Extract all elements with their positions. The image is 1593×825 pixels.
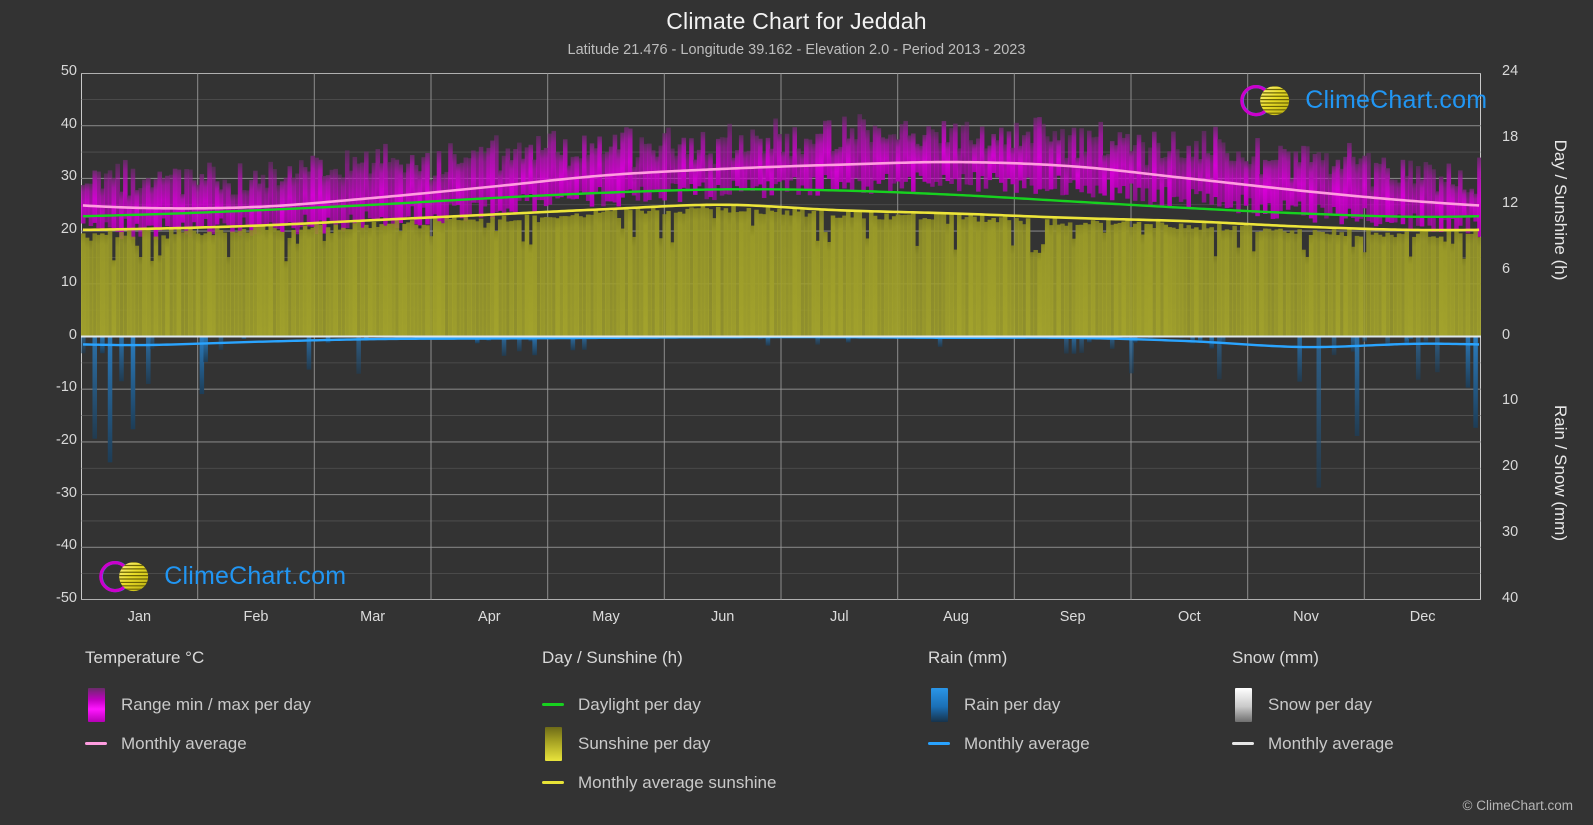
legend-item-label: Sunshine per day [578, 734, 710, 754]
x-tick-mar: Mar [328, 609, 418, 625]
legend-group-title: Rain (mm) [928, 648, 1090, 668]
legend-line-swatch [542, 781, 564, 784]
legend-box-swatch [88, 688, 105, 722]
legend-line-swatch [542, 703, 564, 706]
x-tick-oct: Oct [1144, 609, 1234, 625]
y-tick-left: 40 [17, 116, 77, 132]
climechart-logo-text: ClimeChart.com [164, 562, 346, 591]
legend-group-temperature-c: Temperature °C Range min / max per day Mon… [85, 648, 311, 763]
x-tick-dec: Dec [1378, 609, 1468, 625]
y-tick-left: -20 [17, 432, 77, 448]
legend-item-label: Range min / max per day [121, 695, 311, 715]
legend-item[interactable]: Snow per day [1232, 685, 1394, 724]
legend-box-swatch [931, 688, 948, 722]
y-axis-right-bottom-label: Rain / Snow (mm) [1550, 373, 1570, 573]
chart-canvas [81, 73, 1481, 600]
legend-group-rain-mm: Rain (mm) Rain per day Monthly average [928, 648, 1090, 763]
y-tick-left: 10 [17, 274, 77, 290]
legend-item-label: Monthly average [121, 734, 247, 754]
legend-item[interactable]: Monthly average sunshine [542, 763, 776, 802]
y-tick-right-day: 0 [1502, 327, 1562, 343]
y-tick-left: 30 [17, 168, 77, 184]
legend-box-swatch [545, 727, 562, 761]
copyright-label: © ClimeChart.com [1463, 798, 1573, 813]
legend-item-label: Rain per day [964, 695, 1060, 715]
climechart-logo-icon [95, 556, 159, 597]
climechart-logo-icon [1236, 80, 1300, 121]
y-tick-left: 50 [17, 63, 77, 79]
legend-group-title: Day / Sunshine (h) [542, 648, 776, 668]
y-tick-left: -30 [17, 485, 77, 501]
legend-swatch [542, 781, 564, 784]
x-tick-feb: Feb [211, 609, 301, 625]
y-tick-left: -10 [17, 379, 77, 395]
legend-item-label: Daylight per day [578, 695, 701, 715]
watermark-logo-top: ClimeChart.com [1236, 80, 1487, 121]
watermark-logo-bottom: ClimeChart.com [95, 556, 346, 597]
legend-group-snow-mm: Snow (mm) Snow per day Monthly average [1232, 648, 1394, 763]
legend-line-swatch [1232, 742, 1254, 745]
legend-item[interactable]: Daylight per day [542, 685, 776, 724]
legend-swatch [85, 742, 107, 745]
legend-swatch [928, 742, 950, 745]
legend-group-day-sunshine-h: Day / Sunshine (h) Daylight per day Sunshi… [542, 648, 776, 802]
climate-chart-page: Climate Chart for Jeddah Latitude 21.476… [0, 0, 1593, 825]
y-tick-right-day: 24 [1502, 63, 1562, 79]
x-tick-may: May [561, 609, 651, 625]
plot-area [81, 73, 1481, 600]
chart-legend: Temperature °C Range min / max per day Mon… [0, 648, 1593, 818]
legend-item-label: Snow per day [1268, 695, 1372, 715]
x-tick-jan: Jan [94, 609, 184, 625]
legend-item-label: Monthly average [964, 734, 1090, 754]
legend-swatch [542, 727, 564, 761]
legend-item[interactable]: Monthly average [1232, 724, 1394, 763]
climechart-logo-text: ClimeChart.com [1305, 86, 1487, 115]
page-title: Climate Chart for Jeddah [0, 8, 1593, 35]
legend-item-label: Monthly average sunshine [578, 773, 776, 793]
page-subtitle: Latitude 21.476 - Longitude 39.162 - Ele… [0, 42, 1593, 58]
legend-item[interactable]: Monthly average [85, 724, 311, 763]
legend-swatch [928, 688, 950, 722]
x-tick-nov: Nov [1261, 609, 1351, 625]
y-tick-left: -50 [17, 590, 77, 606]
legend-box-swatch [1235, 688, 1252, 722]
legend-swatch [1232, 688, 1254, 722]
legend-swatch [85, 688, 107, 722]
x-tick-apr: Apr [444, 609, 534, 625]
x-tick-jul: Jul [794, 609, 884, 625]
x-tick-jun: Jun [678, 609, 768, 625]
legend-item[interactable]: Rain per day [928, 685, 1090, 724]
legend-group-title: Snow (mm) [1232, 648, 1394, 668]
legend-swatch [542, 703, 564, 706]
y-tick-left: 20 [17, 221, 77, 237]
x-tick-aug: Aug [911, 609, 1001, 625]
y-tick-left: 0 [17, 327, 77, 343]
y-axis-right-top-label: Day / Sunshine (h) [1550, 110, 1570, 310]
legend-item[interactable]: Monthly average [928, 724, 1090, 763]
legend-line-swatch [928, 742, 950, 745]
x-tick-sep: Sep [1028, 609, 1118, 625]
legend-swatch [1232, 742, 1254, 745]
legend-item[interactable]: Sunshine per day [542, 724, 776, 763]
legend-group-title: Temperature °C [85, 648, 311, 668]
y-tick-left: -40 [17, 537, 77, 553]
legend-item[interactable]: Range min / max per day [85, 685, 311, 724]
legend-line-swatch [85, 742, 107, 745]
legend-item-label: Monthly average [1268, 734, 1394, 754]
y-tick-right-rain: 40 [1502, 590, 1562, 606]
